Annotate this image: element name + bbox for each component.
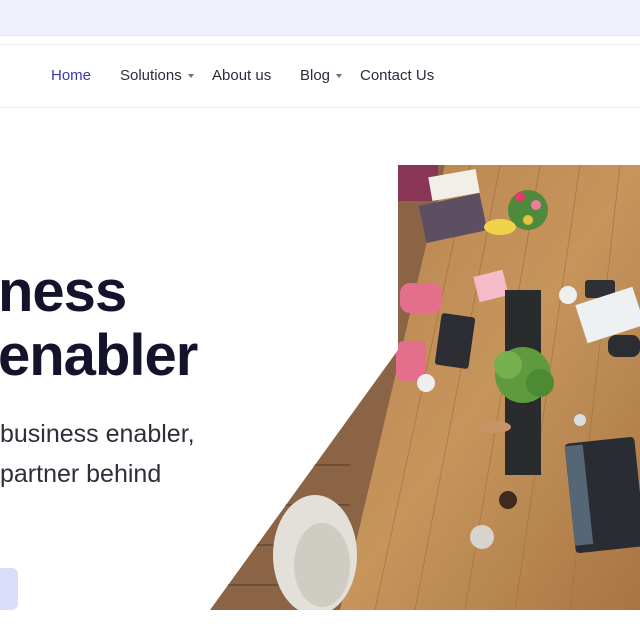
nav-home[interactable]: Home — [51, 67, 91, 84]
main-navbar: Home Solutions About us Blog Contact Us — [0, 44, 640, 108]
nav-blog[interactable]: Blog — [300, 67, 343, 84]
chevron-down-icon — [187, 73, 194, 78]
hero-cta-button[interactable] — [0, 568, 18, 610]
hero-title-line2: enabler — [0, 323, 198, 388]
nav-about[interactable]: About us — [212, 67, 271, 84]
nav-contact-label: Contact Us — [360, 67, 435, 84]
nav-blog-label: Blog — [300, 67, 331, 84]
nav-solutions-label: Solutions — [120, 67, 182, 84]
nav-about-label: About us — [212, 67, 272, 84]
hero-office-photo — [210, 165, 640, 610]
chevron-down-icon — [336, 73, 343, 78]
nav-contact[interactable]: Contact Us — [360, 67, 434, 84]
hero-title-line1: ness — [0, 259, 127, 324]
browser-top-strip — [0, 0, 640, 36]
nav-home-label: Home — [51, 67, 92, 84]
hero-subtitle-line1: business enabler, — [0, 420, 195, 448]
hero-subtitle-line2: partner behind — [0, 460, 162, 488]
nav-solutions[interactable]: Solutions — [120, 67, 194, 84]
